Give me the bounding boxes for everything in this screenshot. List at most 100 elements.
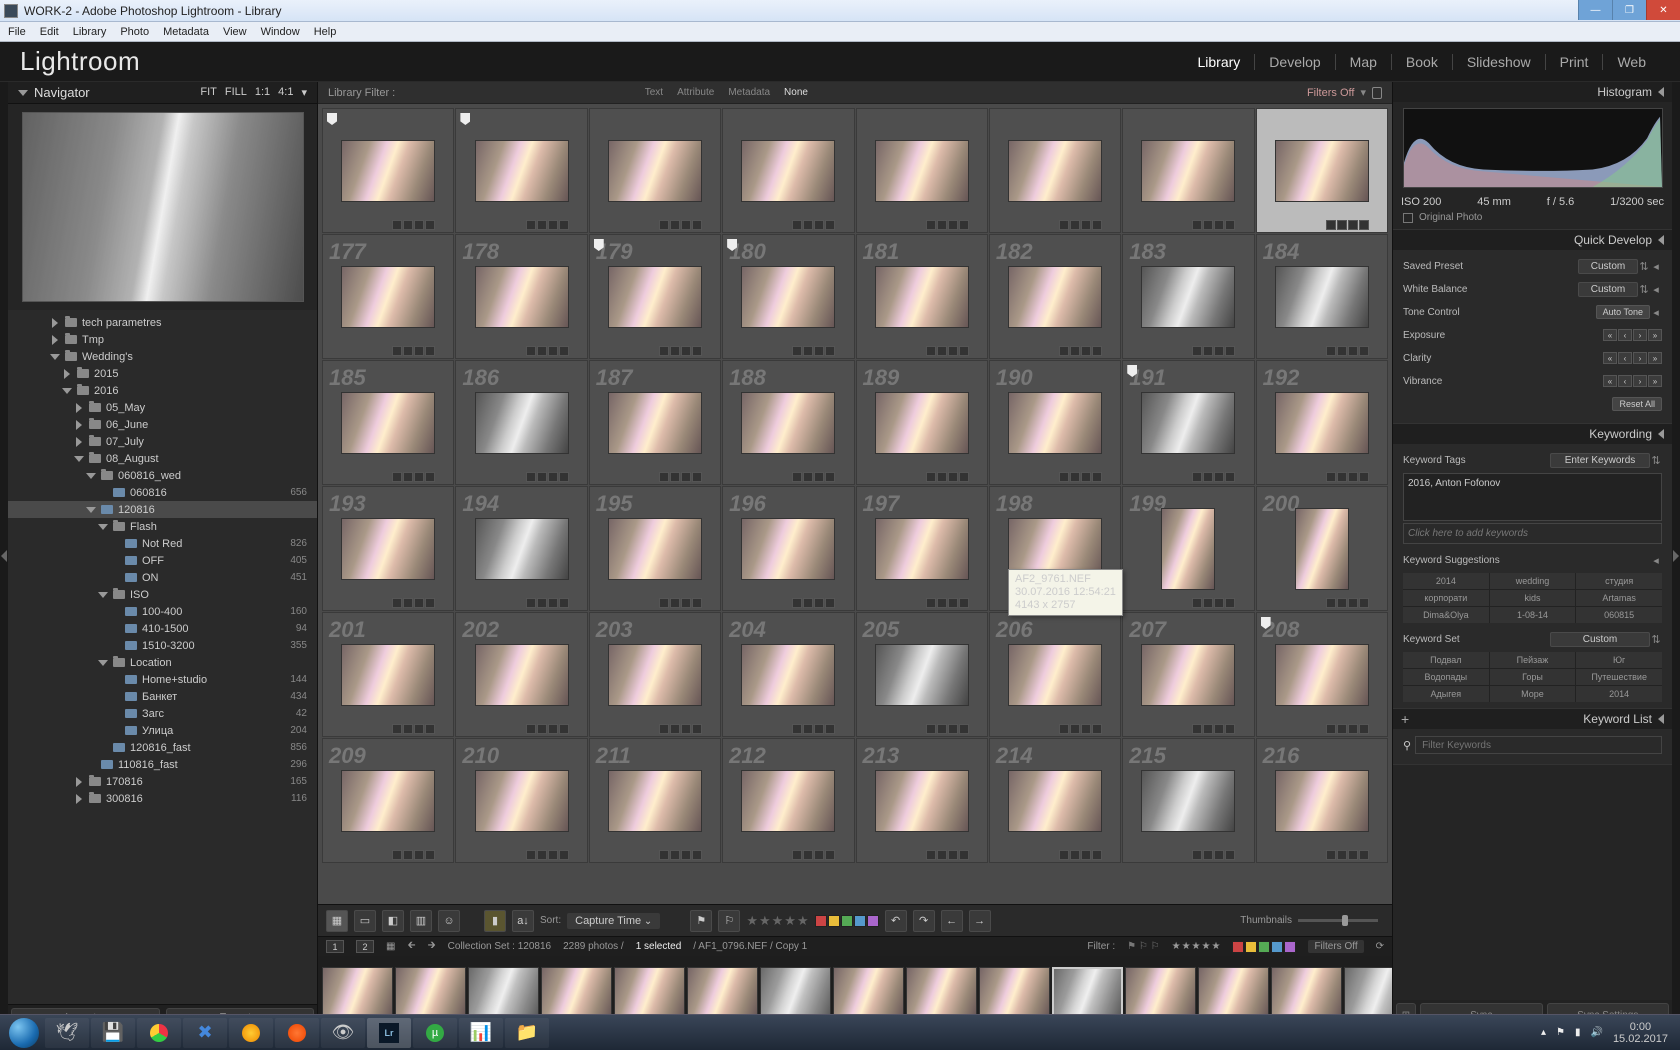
grid-cell[interactable]: 186 — [455, 360, 587, 485]
navigator-header[interactable]: Navigator FITFILL1:14:1▾ — [8, 82, 317, 104]
grid-cell[interactable] — [322, 108, 454, 233]
folder-row[interactable]: 120816 — [8, 501, 317, 518]
taskbar-explorer[interactable]: 📁 — [505, 1018, 549, 1048]
grid-cell[interactable]: 194 — [455, 486, 587, 611]
folder-row[interactable]: 05_May — [8, 399, 317, 416]
module-develop[interactable]: Develop — [1255, 54, 1335, 70]
grid-cell[interactable]: 187 — [589, 360, 721, 485]
filmstrip-thumb[interactable] — [1125, 967, 1196, 1019]
grid-view-button[interactable]: ▦ — [326, 910, 348, 932]
keyword-suggestion[interactable]: wedding — [1490, 573, 1576, 589]
folder-row[interactable]: 060816656 — [8, 484, 317, 501]
color-swatch[interactable] — [1284, 941, 1296, 953]
compare-view-button[interactable]: ◧ — [382, 910, 404, 932]
keyword-suggestion[interactable]: Dima&Olya — [1403, 607, 1489, 623]
grid-cell[interactable]: 185 — [322, 360, 454, 485]
taskbar-thunderbird[interactable]: 🕊 — [45, 1018, 89, 1048]
nav-zoom-dropdown[interactable]: ▾ — [301, 86, 307, 99]
taskbar-lightroom[interactable]: Lr — [367, 1018, 411, 1048]
folder-row[interactable]: Улица204 — [8, 722, 317, 739]
filmstrip-thumb[interactable] — [687, 967, 758, 1019]
filmstrip-thumb[interactable] — [322, 967, 393, 1019]
filmstrip-thumb[interactable] — [541, 967, 612, 1019]
grid-cell[interactable]: 202 — [455, 612, 587, 737]
grid-cell[interactable]: 188 — [722, 360, 854, 485]
module-library[interactable]: Library — [1184, 54, 1256, 70]
next-button[interactable]: 🡲 — [428, 938, 436, 955]
grid-cell[interactable] — [1122, 108, 1254, 233]
reset-all-button[interactable]: Reset All — [1612, 397, 1662, 411]
keyword-suggestion[interactable]: kids — [1490, 590, 1576, 606]
folder-row[interactable]: Flash — [8, 518, 317, 535]
grid-cell[interactable] — [589, 108, 721, 233]
grid-cell[interactable]: 201 — [322, 612, 454, 737]
folder-row[interactable]: Wedding's — [8, 348, 317, 365]
color-swatch[interactable] — [1245, 941, 1257, 953]
filter-tab-none[interactable]: None — [784, 87, 808, 98]
folder-row[interactable]: ON451 — [8, 569, 317, 586]
grid-cell[interactable]: 190 — [989, 360, 1121, 485]
keyword-set-item[interactable]: Горы — [1490, 669, 1576, 685]
filters-off[interactable]: Filters Off — [1307, 87, 1354, 99]
status-filters-off[interactable]: Filters Off — [1308, 940, 1363, 953]
keyword-set-item[interactable]: Адыгея — [1403, 686, 1489, 702]
menu-library[interactable]: Library — [73, 26, 107, 38]
grid-cell[interactable]: 216 — [1256, 738, 1388, 863]
color-swatch[interactable] — [841, 915, 853, 927]
keyword-mode-dropdown[interactable]: Enter Keywords — [1550, 453, 1650, 468]
filter-tab-attribute[interactable]: Attribute — [677, 87, 714, 98]
keywording-header[interactable]: Keywording — [1393, 424, 1672, 444]
menu-help[interactable]: Help — [314, 26, 337, 38]
folder-row[interactable]: 08_August — [8, 450, 317, 467]
grid-cell[interactable]: 197 — [856, 486, 988, 611]
grid-cell[interactable] — [455, 108, 587, 233]
menu-metadata[interactable]: Metadata — [163, 26, 209, 38]
loupe-view-button[interactable]: ▭ — [354, 910, 376, 932]
grid-cell[interactable]: 191 — [1122, 360, 1254, 485]
flag-pick-button[interactable]: ⚑ — [690, 910, 712, 932]
status-flag-filter[interactable]: ⚑ ⚐ ⚐ — [1127, 941, 1159, 952]
folder-row[interactable]: 100-400160 — [8, 603, 317, 620]
filter-keywords-input[interactable] — [1415, 736, 1662, 754]
status-color-filter[interactable] — [1232, 941, 1296, 953]
folder-row[interactable]: 06_June — [8, 416, 317, 433]
grid-cell[interactable] — [722, 108, 854, 233]
keyword-set-item[interactable]: Путешествие — [1576, 669, 1662, 685]
folder-row[interactable]: ISO — [8, 586, 317, 603]
taskbar-chrome[interactable] — [137, 1018, 181, 1048]
status-switch-icon[interactable]: ⟳ — [1376, 941, 1384, 952]
keyword-set-dropdown[interactable]: Custom — [1550, 632, 1650, 647]
grid-cell[interactable]: 184 — [1256, 234, 1388, 359]
folder-row[interactable]: tech parametres — [8, 314, 317, 331]
filmstrip-thumb[interactable] — [468, 967, 539, 1019]
left-panel-collapse[interactable] — [0, 82, 8, 1030]
taskbar-save[interactable]: 💾 — [91, 1018, 135, 1048]
folder-row[interactable]: 07_July — [8, 433, 317, 450]
collection-name[interactable]: Collection Set : 120816 — [448, 941, 551, 952]
keyword-set-item[interactable]: Водопады — [1403, 669, 1489, 685]
keyword-suggestion[interactable]: 1-08-14 — [1490, 607, 1576, 623]
module-book[interactable]: Book — [1392, 54, 1453, 70]
folder-row[interactable]: Загс42 — [8, 705, 317, 722]
grid-cell[interactable]: 180 — [722, 234, 854, 359]
grid-cell[interactable]: 200 — [1256, 486, 1388, 611]
applied-keywords[interactable]: 2016, Anton Fofonov — [1403, 473, 1662, 521]
menu-view[interactable]: View — [223, 26, 247, 38]
filmstrip-thumb[interactable] — [1052, 967, 1123, 1019]
grid-cell[interactable]: 212 — [722, 738, 854, 863]
sort-direction-button[interactable]: a↓ — [512, 910, 534, 932]
prev-photo-button[interactable]: ← — [941, 910, 963, 932]
grid-cell[interactable] — [989, 108, 1121, 233]
folder-row[interactable]: Home+studio144 — [8, 671, 317, 688]
taskbar-picasa[interactable]: 👁 — [321, 1018, 365, 1048]
grid-cell[interactable]: 195 — [589, 486, 721, 611]
window-minimize-button[interactable]: — — [1578, 0, 1612, 20]
keyword-suggestion[interactable]: Artamas — [1576, 590, 1662, 606]
painter-tool[interactable]: ▮ — [484, 910, 506, 932]
grid-cell[interactable]: 205 — [856, 612, 988, 737]
taskbar-firefox[interactable] — [275, 1018, 319, 1048]
menu-edit[interactable]: Edit — [40, 26, 59, 38]
keyword-set-item[interactable]: Море — [1490, 686, 1576, 702]
filmstrip-thumb[interactable] — [1344, 967, 1392, 1019]
quick-develop-header[interactable]: Quick Develop — [1393, 230, 1672, 250]
